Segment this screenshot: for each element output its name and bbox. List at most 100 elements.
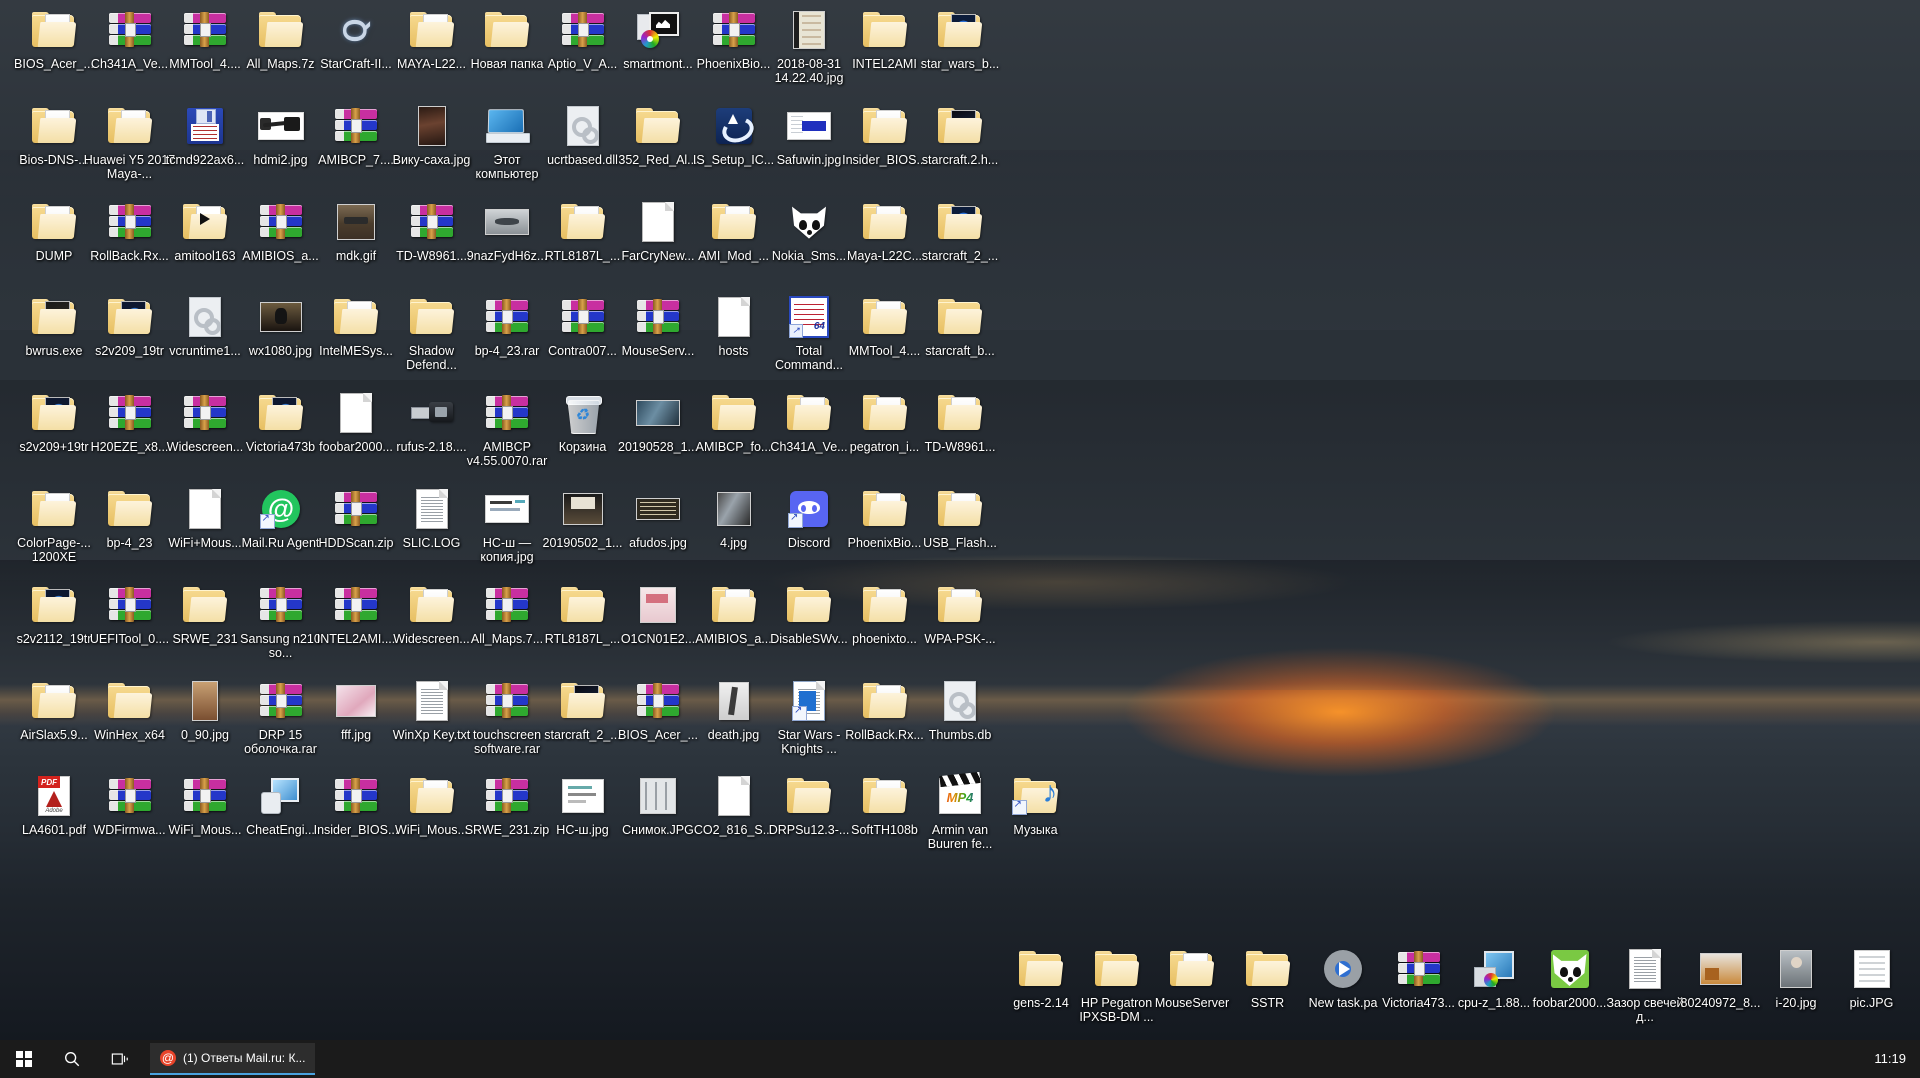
desktop-icon-glyph xyxy=(408,581,456,629)
winrar-archive-icon xyxy=(712,12,755,47)
desktop-icon[interactable]: pic.JPG xyxy=(1826,945,1918,1010)
image-thumbnail xyxy=(259,302,302,333)
desktop-icon-label: Contra007... xyxy=(548,344,617,359)
desktop-icon-glyph xyxy=(483,293,531,341)
desktop-icon-label: 20190528_1... xyxy=(618,440,698,455)
search-icon[interactable] xyxy=(48,1040,96,1078)
folder-icon xyxy=(711,203,756,240)
image-thumbnail xyxy=(636,400,680,427)
desktop-icon-glyph xyxy=(1395,945,1443,993)
desktop-root[interactable]: BIOS_Acer_... Ch341A_Ve... MMTool_4.... All… xyxy=(0,0,1920,1078)
desktop-icon-label: tcmd922ax6... xyxy=(165,152,245,167)
folder-icon xyxy=(1245,951,1290,987)
desktop-icon-label: Aptio_V_A... xyxy=(547,57,618,71)
desktop-icon-label: Nokia_Sms... xyxy=(771,248,847,263)
desktop-icon-label: New task.pa xyxy=(1308,996,1378,1010)
folder-icon xyxy=(938,12,983,48)
taskbar-item-mailru[interactable]: (1) Ответы Mail.ru: К... xyxy=(150,1043,316,1075)
system-file-icon xyxy=(566,105,599,146)
desktop-icon-label: RollBack.Rx... xyxy=(90,248,169,263)
desktop-icon-label: pegatron_i... xyxy=(849,440,920,455)
mailru-icon xyxy=(160,1050,176,1066)
folder-icon xyxy=(183,586,228,623)
desktop-icon[interactable]: Thumbs.db xyxy=(914,677,1006,742)
winrar-archive-icon xyxy=(108,586,151,622)
desktop-icon-glyph xyxy=(1319,945,1367,993)
winrar-archive-icon xyxy=(259,586,302,622)
document-icon xyxy=(340,393,372,434)
desktop-icon-glyph xyxy=(483,772,531,820)
winrar-archive-icon xyxy=(486,299,528,335)
desktop-icon-label: foobar2000... xyxy=(319,440,393,455)
folder-icon xyxy=(787,586,832,623)
folder-icon xyxy=(485,12,530,48)
taskbar[interactable]: (1) Ответы Mail.ru: К... 11:19 xyxy=(0,1040,1920,1078)
document-icon xyxy=(642,201,674,242)
folder-icon xyxy=(862,107,907,144)
desktop-icon-label: MMTool_4.... xyxy=(169,57,241,71)
desktop-icon-label: Thumbs.db xyxy=(928,727,992,742)
desktop-icon[interactable]: WPA-PSK-... xyxy=(914,581,1006,646)
desktop-icon-glyph xyxy=(1093,945,1141,993)
desktop-icon-glyph xyxy=(1244,945,1292,993)
folder-icon xyxy=(409,12,454,48)
desktop-icon-glyph xyxy=(106,198,154,246)
desktop-icon-glyph xyxy=(332,581,380,629)
desktop-icon-glyph xyxy=(559,293,607,341)
desktop-icon-label: fff.jpg xyxy=(340,727,372,742)
desktop-icon[interactable]: USB_Flash... xyxy=(914,485,1006,550)
task-view-icon[interactable] xyxy=(96,1040,144,1078)
clock[interactable]: 11:19 xyxy=(1874,1052,1906,1066)
screenshot-thumbnail xyxy=(485,495,529,523)
system-file-icon xyxy=(189,297,221,338)
desktop-icon-glyph xyxy=(936,102,984,150)
desktop-icon-glyph xyxy=(332,772,380,820)
winrar-archive-icon xyxy=(335,586,377,622)
desktop-icon-glyph xyxy=(30,102,78,150)
folder-icon xyxy=(938,299,983,335)
winrar-archive-icon xyxy=(637,682,679,718)
folder-icon xyxy=(560,586,605,623)
desktop-icon-glyph xyxy=(559,677,607,725)
folder-icon xyxy=(107,107,152,144)
desktop-icon-label: MouseServer xyxy=(1154,996,1230,1010)
desktop-icon-label: Корзина xyxy=(558,440,607,455)
winrar-archive-icon xyxy=(259,203,302,239)
desktop-icon-glyph xyxy=(408,485,456,533)
winrar-archive-icon xyxy=(561,299,604,335)
desktop-icon-glyph xyxy=(332,677,380,725)
folder-icon xyxy=(183,203,228,240)
winrar-archive-icon xyxy=(486,395,528,431)
desktop-icon[interactable]: ♪ Музыка xyxy=(990,772,1082,837)
desktop-icon[interactable]: TD-W8961... xyxy=(914,389,1006,454)
desktop-icon[interactable]: starcraft_2_... xyxy=(914,198,1006,263)
is-setup-icon xyxy=(715,107,757,147)
image-thumbnail xyxy=(485,208,529,235)
desktop-icon-label: phoenixto... xyxy=(852,631,917,646)
desktop-icon-glyph xyxy=(559,6,607,54)
text-document-icon xyxy=(1629,949,1661,989)
desktop-icon-label: WiFi+Mous... xyxy=(168,536,242,550)
desktop-icon[interactable]: star_wars_b... xyxy=(914,6,1006,71)
desktop-icon-glyph xyxy=(1017,945,1065,993)
desktop-icon-label: Ch341A_Ve... xyxy=(770,440,848,455)
desktop-icon-glyph xyxy=(861,772,909,820)
desktop-icon-glyph xyxy=(936,581,984,629)
folder-icon xyxy=(711,586,756,623)
desktop-icon-label: Widescreen... xyxy=(166,440,244,455)
desktop-icon-label: WiFi_Mous... xyxy=(168,823,242,838)
desktop-icon-glyph: ♻ xyxy=(559,389,607,437)
desktop-icon-label: gens-2.14 xyxy=(1013,996,1069,1010)
start-button[interactable] xyxy=(0,1040,48,1078)
desktop-icon-label: PhoenixBio... xyxy=(847,536,922,550)
desktop-icon-label: rufus-2.18.... xyxy=(396,440,467,455)
pdf-document-icon: PDF Adobe xyxy=(38,776,70,817)
desktop-icon[interactable]: starcraft.2.h... xyxy=(914,102,1006,167)
desktop-icon-glyph xyxy=(785,102,833,150)
desktop-icon-label: foobar2000... xyxy=(1532,996,1607,1010)
folder-icon xyxy=(862,299,907,335)
taskbar-item-label: (1) Ответы Mail.ru: К... xyxy=(183,1051,306,1065)
desktop-icon-label: 9nazFydH6z... xyxy=(466,248,548,263)
desktop-icon-glyph xyxy=(408,677,456,725)
desktop-icon[interactable]: starcraft_b... xyxy=(914,293,1006,358)
